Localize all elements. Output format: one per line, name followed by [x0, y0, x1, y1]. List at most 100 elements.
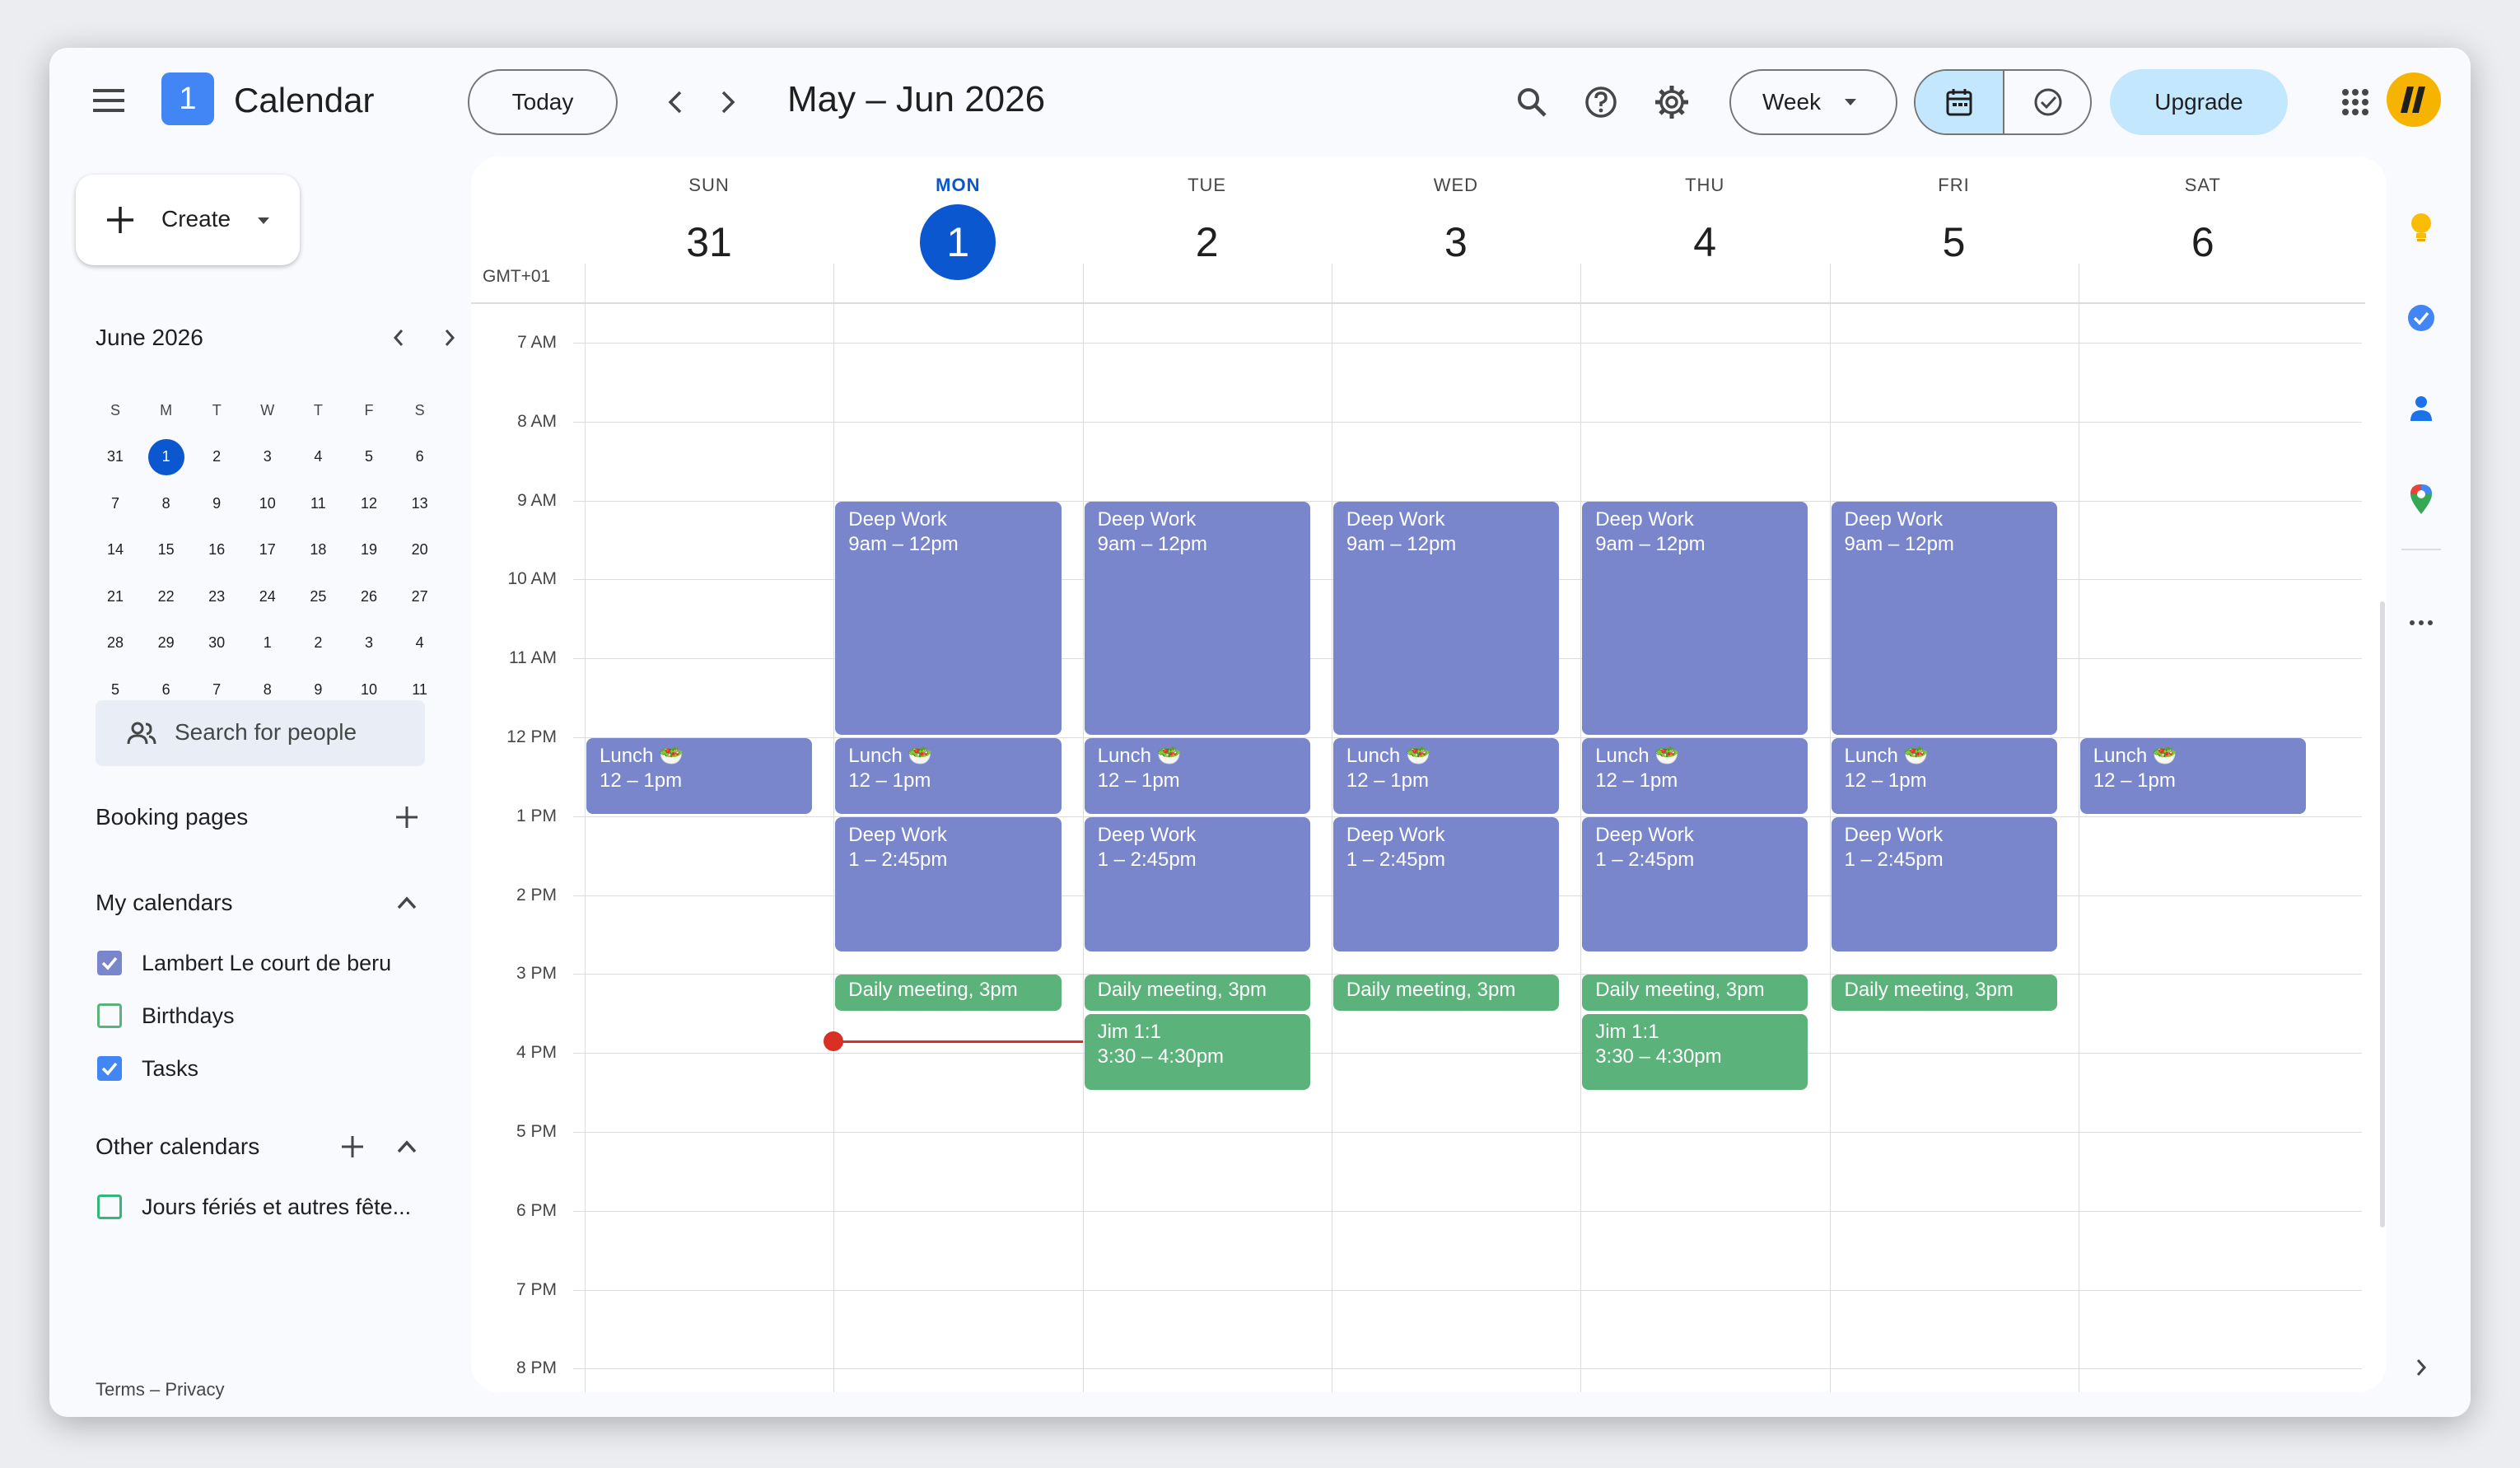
mini-day[interactable]: 22: [143, 573, 189, 619]
calendar-event[interactable]: Deep Work 1 – 2:45pm: [1582, 816, 1808, 952]
calendar-event[interactable]: Deep Work 1 – 2:45pm: [1084, 816, 1310, 952]
create-button[interactable]: Create: [76, 175, 300, 265]
previous-week-icon[interactable]: [654, 81, 697, 124]
day-number[interactable]: 2: [1169, 204, 1245, 280]
upgrade-button[interactable]: Upgrade: [2110, 69, 2288, 135]
unchecked-checkbox-icon[interactable]: [97, 1195, 122, 1219]
mini-day[interactable]: 23: [194, 573, 240, 619]
mini-day[interactable]: 31: [92, 434, 138, 480]
mini-day[interactable]: 14: [92, 527, 138, 573]
main-menu-icon[interactable]: [87, 79, 130, 122]
tasks-view-toggle[interactable]: [2004, 71, 2090, 133]
day-number[interactable]: 4: [1667, 204, 1743, 280]
calendar-event[interactable]: Deep Work 1 – 2:45pm: [835, 816, 1062, 952]
mini-day[interactable]: 4: [397, 620, 443, 666]
mini-day[interactable]: 2: [194, 434, 240, 480]
day-header[interactable]: SAT 6: [2079, 157, 2327, 288]
calendar-event[interactable]: Deep Work 1 – 2:45pm: [1831, 816, 2057, 952]
view-selector-dropdown[interactable]: Week: [1729, 69, 1897, 135]
mini-day[interactable]: 3: [346, 620, 392, 666]
calendar-event[interactable]: Lunch 🥗 12 – 1pm: [835, 738, 1062, 814]
mini-day[interactable]: 16: [194, 527, 240, 573]
calendar-event[interactable]: Daily meeting, 3pm: [1582, 975, 1808, 1012]
mini-day[interactable]: 1: [143, 434, 189, 480]
mini-day[interactable]: 21: [92, 573, 138, 619]
mini-day[interactable]: 17: [245, 527, 291, 573]
calendar-event[interactable]: Jim 1:1 3:30 – 4:30pm: [1084, 1014, 1310, 1091]
contacts-person-icon[interactable]: [2396, 384, 2446, 433]
day-header[interactable]: MON 1: [833, 157, 1082, 288]
keep-bulb-icon[interactable]: [2396, 203, 2446, 252]
search-icon[interactable]: [1509, 79, 1555, 125]
calendar-event[interactable]: Lunch 🥗 12 – 1pm: [1332, 738, 1560, 814]
day-header[interactable]: SUN 31: [585, 157, 833, 288]
today-button[interactable]: Today: [468, 69, 618, 135]
mini-day[interactable]: 26: [346, 573, 392, 619]
mini-day[interactable]: 6: [397, 434, 443, 480]
mini-day[interactable]: 28: [92, 620, 138, 666]
grid-scrollbar[interactable]: [2380, 601, 2385, 1227]
calendar-event[interactable]: Jim 1:1 3:30 – 4:30pm: [1582, 1014, 1808, 1091]
mini-day[interactable]: 11: [295, 480, 341, 526]
other-calendars-label[interactable]: Other calendars: [96, 1134, 259, 1160]
calendar-event[interactable]: Deep Work 9am – 12pm: [835, 501, 1062, 735]
unchecked-checkbox-icon[interactable]: [97, 1003, 122, 1028]
calendar-event[interactable]: Daily meeting, 3pm: [1831, 975, 2057, 1012]
mini-prev-month-icon[interactable]: [380, 320, 417, 356]
calendar-toggle-row[interactable]: Jours fériés et autres fête...: [96, 1190, 441, 1226]
calendar-event[interactable]: Daily meeting, 3pm: [835, 975, 1062, 1012]
calendar-toggle-row[interactable]: Lambert Le court de beru: [96, 946, 441, 982]
mini-day[interactable]: 7: [92, 480, 138, 526]
calendar-event[interactable]: Lunch 🥗 12 – 1pm: [2079, 738, 2307, 814]
calendar-toggle-row[interactable]: Birthdays: [96, 998, 441, 1035]
mini-day[interactable]: 12: [346, 480, 392, 526]
collapse-my-calendars-icon[interactable]: [389, 885, 425, 921]
mini-day[interactable]: 24: [245, 573, 291, 619]
user-avatar[interactable]: [2387, 72, 2441, 127]
settings-gear-icon[interactable]: [1649, 79, 1695, 125]
mini-day[interactable]: 3: [245, 434, 291, 480]
calendar-event[interactable]: Daily meeting, 3pm: [1084, 975, 1310, 1012]
search-people-box[interactable]: Search for people: [96, 700, 425, 766]
mini-day[interactable]: 15: [143, 527, 189, 573]
calendar-event[interactable]: Deep Work 1 – 2:45pm: [1332, 816, 1560, 952]
day-number[interactable]: 5: [1916, 204, 1992, 280]
mini-day[interactable]: 30: [194, 620, 240, 666]
day-header[interactable]: FRI 5: [1830, 157, 2079, 288]
day-number[interactable]: 3: [1418, 204, 1494, 280]
help-icon[interactable]: [1578, 79, 1624, 125]
calendar-toggle-row[interactable]: Tasks: [96, 1051, 441, 1087]
day-number[interactable]: 6: [2165, 204, 2241, 280]
day-header[interactable]: THU 4: [1580, 157, 1829, 288]
calendar-event[interactable]: Lunch 🥗 12 – 1pm: [1831, 738, 2057, 814]
mini-day[interactable]: 8: [143, 480, 189, 526]
next-week-icon[interactable]: [707, 81, 749, 124]
collapse-other-calendars-icon[interactable]: [389, 1129, 425, 1165]
mini-day[interactable]: 18: [295, 527, 341, 573]
add-booking-page-icon[interactable]: [389, 799, 425, 835]
apps-grid-icon[interactable]: [2332, 79, 2378, 125]
calendar-event[interactable]: Deep Work 9am – 12pm: [1831, 501, 2057, 735]
mini-day[interactable]: 5: [346, 434, 392, 480]
mini-day[interactable]: 29: [143, 620, 189, 666]
mini-day[interactable]: 27: [397, 573, 443, 619]
more-options-icon[interactable]: [2396, 598, 2446, 648]
calendar-event[interactable]: Lunch 🥗 12 – 1pm: [1084, 738, 1310, 814]
expand-side-panel-icon[interactable]: [2401, 1348, 2441, 1387]
calendar-event[interactable]: Deep Work 9am – 12pm: [1582, 501, 1808, 735]
mini-next-month-icon[interactable]: [432, 320, 468, 356]
mini-day[interactable]: 19: [346, 527, 392, 573]
calendar-event[interactable]: Lunch 🥗 12 – 1pm: [586, 738, 813, 814]
mini-day[interactable]: 1: [245, 620, 291, 666]
calendar-view-toggle[interactable]: [1916, 71, 2004, 133]
calendar-event[interactable]: Deep Work 9am – 12pm: [1084, 501, 1310, 735]
mini-day[interactable]: 9: [194, 480, 240, 526]
checked-checkbox-icon[interactable]: [97, 1056, 122, 1081]
my-calendars-label[interactable]: My calendars: [96, 890, 233, 916]
day-number[interactable]: 1: [920, 204, 996, 280]
calendar-event[interactable]: Lunch 🥗 12 – 1pm: [1582, 738, 1808, 814]
calendar-event[interactable]: Deep Work 9am – 12pm: [1332, 501, 1560, 735]
day-number[interactable]: 31: [671, 204, 747, 280]
tasks-check-icon[interactable]: [2396, 293, 2446, 343]
checked-checkbox-icon[interactable]: [97, 951, 122, 975]
